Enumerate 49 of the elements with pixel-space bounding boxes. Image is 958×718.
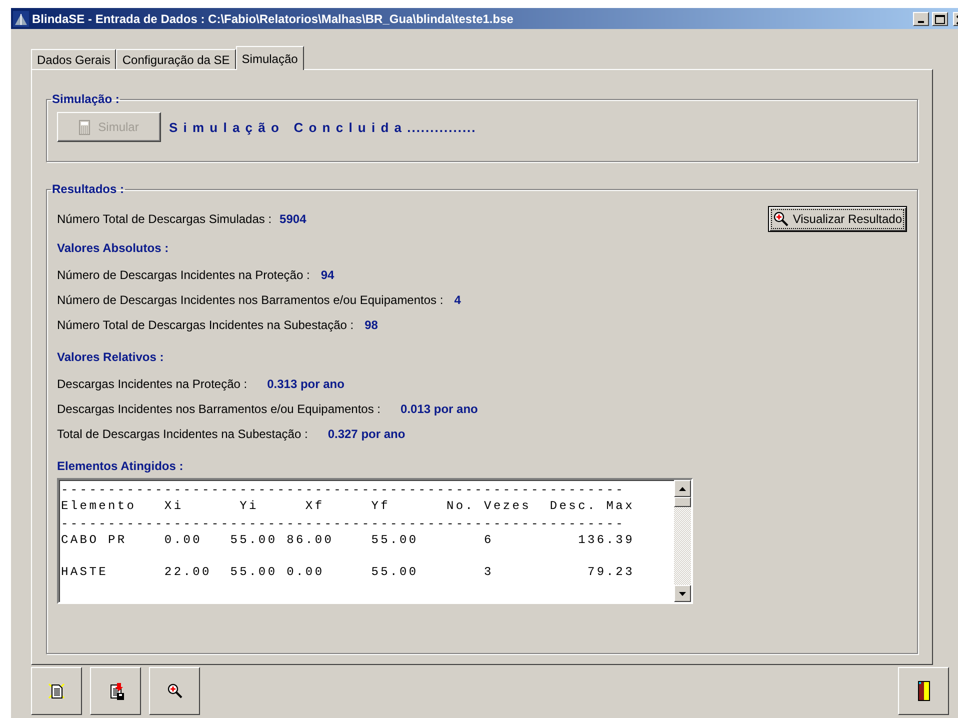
- tab[interactable]: Configuração da SE: [116, 49, 236, 69]
- new-file-button[interactable]: [31, 667, 82, 715]
- field-value: 0.013 por ano: [400, 402, 478, 416]
- view-result-button[interactable]: Visualizar Resultado: [768, 206, 907, 232]
- text-line: CABO PR 0.00 55.00 86.00 55.00 6 136.39: [61, 533, 636, 548]
- results-text-box[interactable]: [57, 478, 693, 604]
- status-text: S i m u l a ç ã o C o n c l u i d a ...............: [169, 120, 476, 134]
- down-arrow-icon: [679, 592, 686, 596]
- field-label: Descargas Incidentes nos Barramentos e/ou Equipamentos :: [57, 402, 381, 416]
- field-value: 94: [320, 268, 334, 282]
- minimize-button[interactable]: [913, 12, 929, 26]
- tab[interactable]: Dados Gerais: [31, 49, 116, 69]
- tab[interactable]: Simulação: [236, 46, 304, 70]
- maximize-icon: [935, 14, 945, 24]
- scrollbar[interactable]: [674, 480, 691, 602]
- window-title: BlindaSE - Entrada de Dados : C:\Fabio\Relatorios\Malhas\BR_Gua\blinda\teste1.bse: [32, 12, 514, 26]
- field-label: Número Total de Descargas Simuladas :: [57, 212, 272, 226]
- field-label: Número de Descargas Incidentes nos Barramentos e/ou Equipamentos :: [57, 292, 444, 306]
- minimize-icon: [918, 20, 924, 22]
- app-logo-icon: [13, 10, 29, 26]
- text-line: ------------------------------------------------------------: [61, 517, 626, 532]
- door-icon: [918, 681, 930, 701]
- section-heading: Elementos Atingidos :: [57, 458, 184, 472]
- zoom-button[interactable]: [149, 667, 200, 715]
- save-button[interactable]: [90, 667, 141, 715]
- section-heading: Valores Absolutos :: [57, 240, 169, 254]
- field-label: Descargas Incidentes na Proteção :: [57, 376, 248, 390]
- field-value: 0.313 por ano: [267, 376, 344, 390]
- text-line: ------------------------------------------------------------: [61, 483, 626, 498]
- field-value: 4: [454, 292, 461, 306]
- scrollbar-thumb[interactable]: [674, 497, 691, 507]
- new-document-icon: [48, 682, 66, 700]
- zoom-icon: [166, 683, 182, 699]
- field-label: Número Total de Descargas Incidentes na Subestação :: [57, 318, 354, 332]
- calculator-icon: [79, 120, 90, 134]
- text-line: Elemento Xi Yi Xf Yf No. Vezes Desc. Max: [61, 499, 636, 514]
- exit-button[interactable]: [898, 667, 949, 715]
- group-title: Resultados :: [51, 182, 126, 196]
- section-heading: Valores Relativos :: [57, 350, 164, 364]
- maximize-button[interactable]: [932, 12, 948, 26]
- up-arrow-icon: [679, 486, 686, 490]
- field-value: 5904: [280, 212, 306, 226]
- group-title: Simulação :: [51, 92, 120, 106]
- field-value: 0.327 por ano: [328, 426, 406, 440]
- text-line: HASTE 22.00 55.00 0.00 55.00 3 79.23: [61, 565, 636, 580]
- field-label: Número de Descargas Incidentes na Proteção :: [57, 268, 310, 282]
- field-label: Total de Descargas Incidentes na Subestação :: [57, 426, 308, 440]
- field-value: 98: [364, 318, 378, 332]
- zoom-icon: [772, 210, 789, 226]
